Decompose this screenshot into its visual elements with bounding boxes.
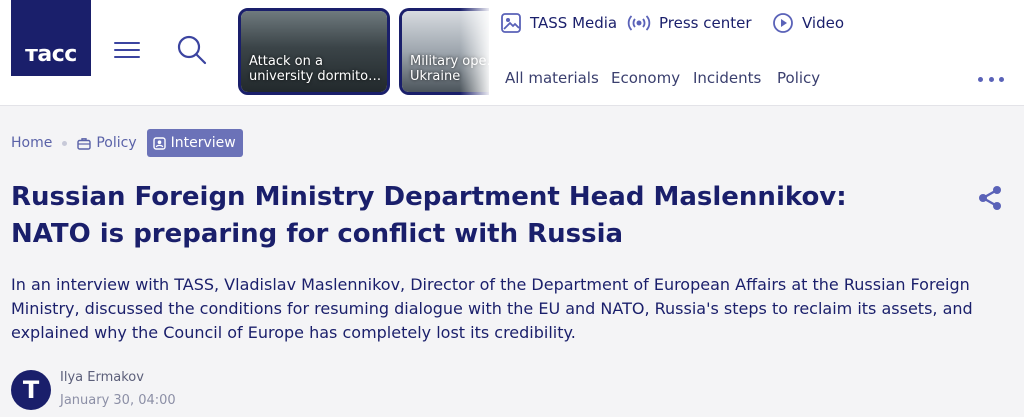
nav-policy[interactable]: Policy bbox=[777, 69, 820, 89]
logo-text: тасс bbox=[25, 42, 77, 67]
share-icon[interactable] bbox=[976, 184, 1004, 212]
breadcrumb-interview[interactable]: Interview bbox=[146, 129, 243, 157]
breadcrumb-policy[interactable]: Policy bbox=[77, 135, 137, 151]
article-lead: In an interview with TASS, Vladislav Mas… bbox=[11, 275, 973, 342]
play-circle-icon bbox=[773, 13, 793, 33]
search-icon[interactable] bbox=[176, 34, 208, 66]
interview-icon bbox=[152, 136, 166, 150]
top-link-label: Press center bbox=[659, 14, 752, 32]
top-link-press-center[interactable]: Press center bbox=[627, 12, 752, 34]
breadcrumb-separator bbox=[62, 140, 68, 146]
top-link-tass-media[interactable]: TASS Media bbox=[500, 12, 617, 34]
breadcrumb: Home Policy Interview bbox=[11, 129, 243, 157]
site-header: тасс Attack on a university dormito… Mil… bbox=[0, 0, 1024, 106]
article-title: Russian Foreign Ministry Department Head… bbox=[11, 182, 847, 249]
breadcrumb-policy-label: Policy bbox=[96, 135, 137, 151]
story-card[interactable]: Attack on a university dormito… bbox=[238, 8, 390, 95]
publish-date: January 30, 04:00 bbox=[60, 393, 176, 408]
breadcrumb-home[interactable]: Home bbox=[11, 135, 52, 151]
tass-logo[interactable]: тасс bbox=[11, 0, 91, 76]
author-avatar[interactable]: T bbox=[11, 370, 51, 410]
breadcrumb-interview-label: Interview bbox=[170, 135, 236, 151]
top-link-video[interactable]: Video bbox=[772, 12, 844, 34]
top-link-label: TASS Media bbox=[530, 14, 618, 32]
broadcast-icon bbox=[627, 15, 651, 31]
image-icon bbox=[501, 13, 521, 33]
more-icon[interactable] bbox=[978, 74, 1004, 84]
author-name[interactable]: Ilya Ermakov bbox=[60, 370, 144, 385]
stories-fade bbox=[460, 6, 492, 98]
nav-economy[interactable]: Economy bbox=[611, 69, 680, 89]
nav-incidents[interactable]: Incidents bbox=[693, 69, 761, 89]
briefcase-icon bbox=[77, 137, 92, 150]
nav-all-materials[interactable]: All materials bbox=[505, 69, 599, 89]
top-link-label: Video bbox=[802, 14, 845, 32]
story-caption: Attack on a university dormito… bbox=[249, 54, 382, 84]
menu-icon[interactable] bbox=[112, 38, 142, 62]
